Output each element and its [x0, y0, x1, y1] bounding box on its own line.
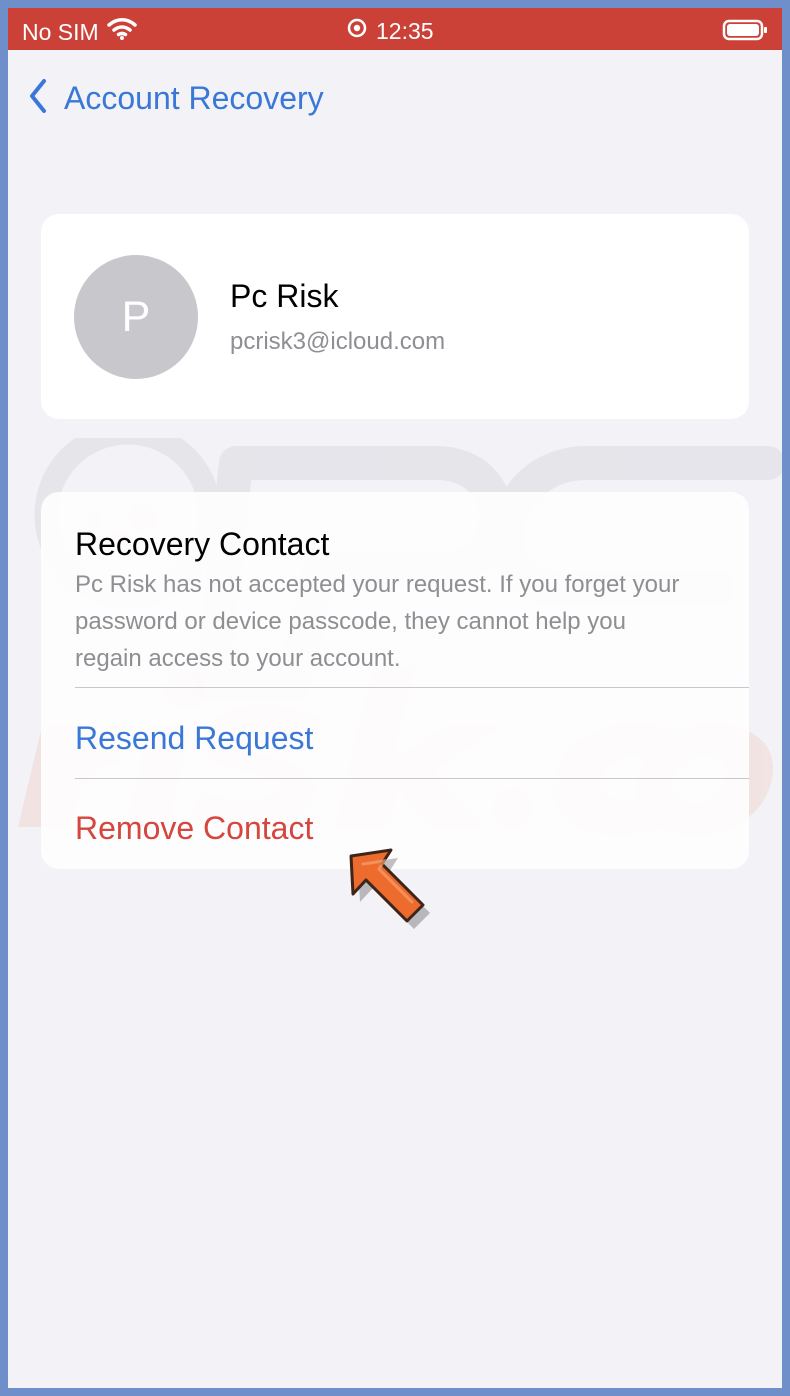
navigation-bar: Account Recovery: [8, 50, 782, 142]
carrier-label: No SIM: [22, 18, 99, 45]
wifi-icon: [106, 17, 137, 47]
section-divider: [75, 687, 749, 688]
section-divider: [75, 778, 749, 779]
status-left: No SIM: [22, 17, 137, 47]
account-email: pcrisk3@icloud.com: [230, 328, 446, 355]
status-center: 12:35: [346, 17, 434, 45]
battery-icon: [722, 19, 768, 47]
avatar: P: [74, 255, 198, 379]
pointer-arrow-icon: [349, 848, 430, 929]
chevron-left-icon: [26, 76, 50, 121]
recovery-contact-title: Recovery Contact: [75, 526, 330, 562]
resend-request-button[interactable]: Resend Request: [75, 720, 313, 757]
status-bar: No SIM 12:35: [8, 8, 782, 50]
account-card: P Pc Risk pcrisk3@icloud.com: [41, 214, 749, 419]
status-time: 12:35: [376, 17, 434, 44]
account-name: Pc Risk: [230, 278, 339, 314]
back-button[interactable]: Account Recovery: [26, 76, 324, 121]
back-button-label: Account Recovery: [64, 80, 324, 116]
phone-screen: No SIM 12:35 Account Recovery P Pc Risk …: [8, 8, 782, 1388]
location-icon: [346, 17, 368, 45]
remove-contact-button[interactable]: Remove Contact: [75, 810, 313, 847]
recovery-contact-card: Recovery Contact Pc Risk has not accepte…: [41, 492, 749, 869]
recovery-contact-description: Pc Risk has not accepted your request. I…: [75, 571, 680, 672]
